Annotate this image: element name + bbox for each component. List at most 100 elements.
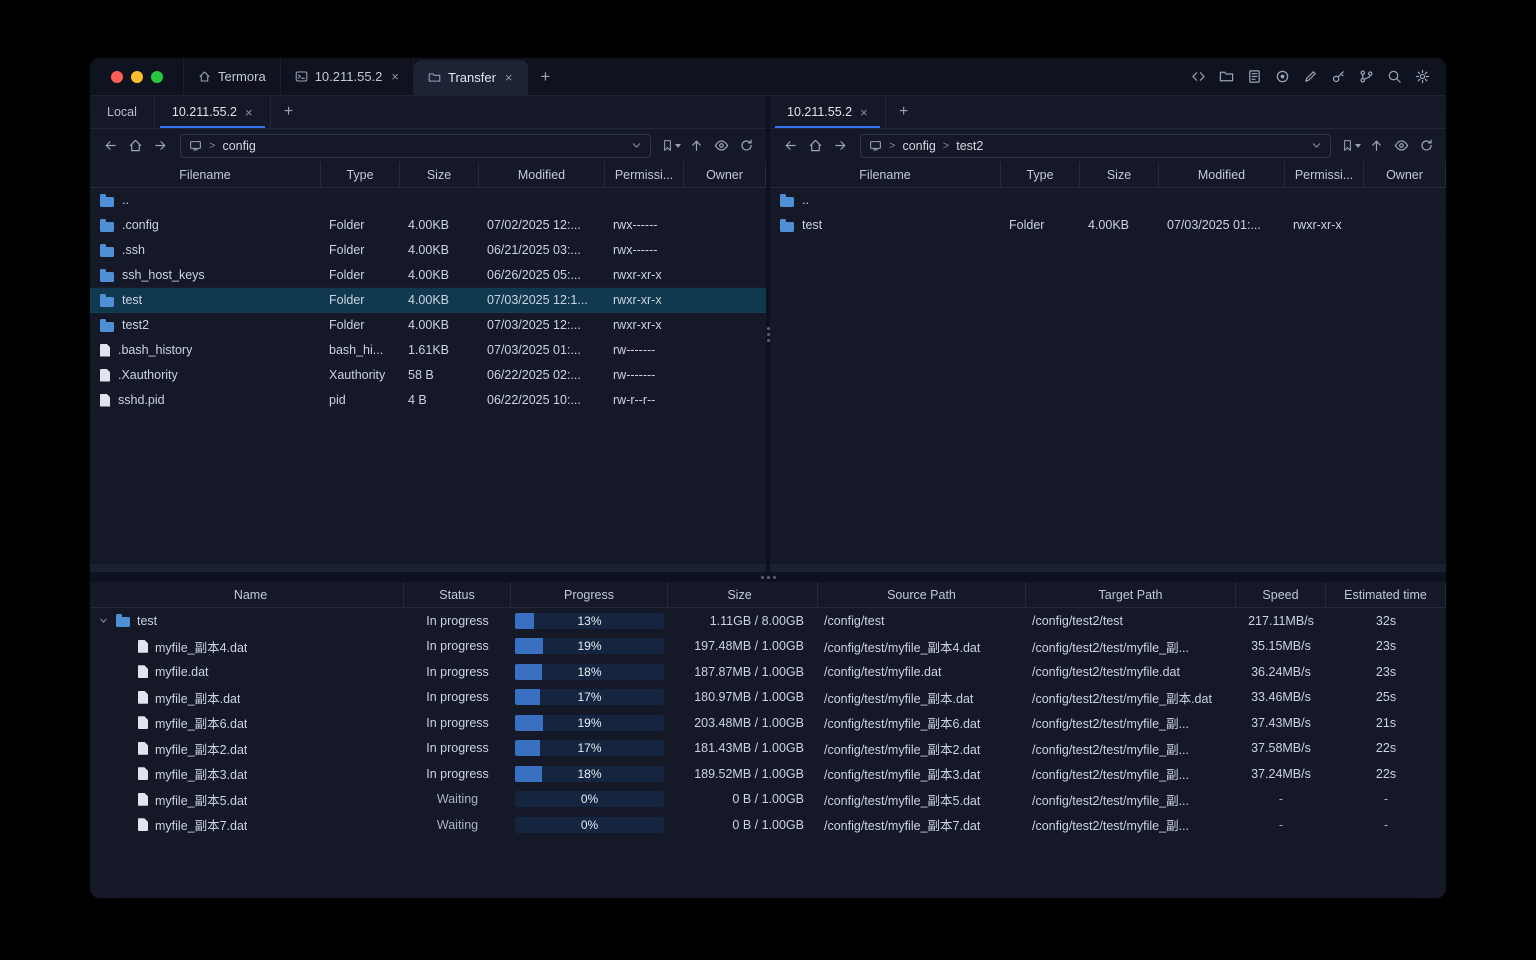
file-row[interactable]: test Folder 4.00KB 07/03/2025 01:... rwx…	[770, 213, 1446, 238]
new-panel-tab-button[interactable]: +	[886, 96, 922, 128]
column-header-owner[interactable]: Owner	[1364, 162, 1446, 187]
column-header-status[interactable]: Status	[404, 582, 511, 607]
transfer-status: In progress	[426, 766, 489, 781]
transfer-name: myfile_副本.dat	[155, 691, 241, 706]
column-header-source-path[interactable]: Source Path	[818, 582, 1026, 607]
column-header-modified[interactable]: Modified	[1159, 162, 1285, 187]
path-breadcrumb[interactable]: > config	[180, 133, 651, 158]
column-header-estimated-time[interactable]: Estimated time	[1326, 582, 1446, 607]
key-icon[interactable]	[1326, 65, 1350, 89]
home-icon[interactable]	[123, 134, 147, 158]
transfer-row[interactable]: myfile_副本3.dat In progress 18% 189.52MB …	[90, 761, 1446, 787]
code-icon[interactable]	[1186, 65, 1210, 89]
horizontal-scrollbar[interactable]	[90, 564, 766, 572]
refresh-icon[interactable]	[734, 134, 758, 158]
column-header-type[interactable]: Type	[1001, 162, 1080, 187]
settings-icon[interactable]	[1410, 65, 1434, 89]
file-row[interactable]: sshd.pid pid 4 B 06/22/2025 10:... rw-r-…	[90, 388, 766, 413]
file-row[interactable]: test2 Folder 4.00KB 07/03/2025 12:... rw…	[90, 313, 766, 338]
transfer-eta: 21s	[1375, 715, 1397, 730]
transfer-row[interactable]: myfile_副本6.dat In progress 19% 203.48MB …	[90, 710, 1446, 736]
close-tab-icon[interactable]: ×	[860, 106, 868, 119]
file-row[interactable]: .ssh Folder 4.00KB 06/21/2025 03:... rwx…	[90, 238, 766, 263]
search-icon[interactable]	[1382, 65, 1406, 89]
file-row[interactable]: .config Folder 4.00KB 07/02/2025 12:... …	[90, 213, 766, 238]
close-tab-icon[interactable]: ×	[505, 71, 513, 84]
horizontal-scrollbar[interactable]	[770, 564, 1446, 572]
transfer-row[interactable]: myfile.dat In progress 18% 187.87MB / 1.…	[90, 659, 1446, 685]
forward-icon[interactable]	[828, 134, 852, 158]
folder-icon[interactable]	[1214, 65, 1238, 89]
tab-remote-10-211-55-2[interactable]: 10.211.55.2 ×	[770, 96, 886, 128]
column-header-progress[interactable]: Progress	[511, 582, 668, 607]
tab-transfer[interactable]: Transfer ×	[414, 60, 528, 95]
transfer-row[interactable]: test In progress 13% 1.11GB / 8.00GB /co…	[90, 608, 1446, 634]
branch-icon[interactable]	[1354, 65, 1378, 89]
chevron-down-icon[interactable]	[631, 140, 642, 151]
transfer-row[interactable]: myfile_副本7.dat Waiting 0% 0 B / 1.00GB /…	[90, 812, 1446, 838]
bookmark-icon[interactable]	[659, 134, 683, 158]
transfer-row[interactable]: myfile_副本4.dat In progress 19% 197.48MB …	[90, 634, 1446, 660]
tab-host-10-211-55-2[interactable]: 10.211.55.2 ×	[281, 58, 414, 95]
show-hidden-eye-icon[interactable]	[1389, 134, 1413, 158]
breadcrumb-segment[interactable]: config	[902, 139, 935, 153]
column-header-size[interactable]: Size	[1080, 162, 1159, 187]
column-header-modified[interactable]: Modified	[479, 162, 605, 187]
forward-icon[interactable]	[148, 134, 172, 158]
column-header-type[interactable]: Type	[321, 162, 400, 187]
column-header-permissions[interactable]: Permissi...	[1285, 162, 1364, 187]
refresh-icon[interactable]	[1414, 134, 1438, 158]
tab-local[interactable]: Local	[90, 96, 155, 128]
chevron-down-icon[interactable]	[1311, 140, 1322, 151]
record-icon[interactable]	[1270, 65, 1294, 89]
close-tab-icon[interactable]: ×	[245, 106, 253, 119]
column-header-owner[interactable]: Owner	[684, 162, 766, 187]
transfer-row[interactable]: myfile_副本.dat In progress 17% 180.97MB /…	[90, 685, 1446, 711]
file-row[interactable]: .Xauthority Xauthority 58 B 06/22/2025 0…	[90, 363, 766, 388]
column-header-name[interactable]: Name	[90, 582, 404, 607]
journal-icon[interactable]	[1242, 65, 1266, 89]
breadcrumb-segment[interactable]: test2	[956, 139, 983, 153]
file-row-selected[interactable]: test Folder 4.00KB 07/03/2025 12:1... rw…	[90, 288, 766, 313]
column-header-filename[interactable]: Filename	[770, 162, 1001, 187]
transfer-row[interactable]: myfile_副本5.dat Waiting 0% 0 B / 1.00GB /…	[90, 787, 1446, 813]
bookmark-dropdown-caret[interactable]	[675, 143, 681, 148]
column-header-speed[interactable]: Speed	[1236, 582, 1326, 607]
new-tab-button[interactable]: +	[528, 58, 564, 95]
bookmark-icon[interactable]	[1339, 134, 1363, 158]
transfer-source-path: /config/test/myfile_副本.dat	[824, 691, 974, 706]
transfer-speed: 37.58MB/s	[1251, 741, 1311, 756]
breadcrumb-segment[interactable]: config	[222, 139, 255, 153]
show-hidden-eye-icon[interactable]	[709, 134, 733, 158]
home-icon[interactable]	[803, 134, 827, 158]
file-row[interactable]: ..	[90, 188, 766, 213]
new-panel-tab-button[interactable]: +	[271, 96, 307, 128]
path-breadcrumb[interactable]: > config > test2	[860, 133, 1331, 158]
up-directory-icon[interactable]	[684, 134, 708, 158]
zoom-window-button[interactable]	[151, 70, 163, 83]
back-icon[interactable]	[778, 134, 802, 158]
back-icon[interactable]	[98, 134, 122, 158]
tab-termora[interactable]: Termora	[183, 58, 281, 95]
panel-splitter-horizontal[interactable]	[90, 572, 1446, 582]
tab-label: Local	[107, 105, 137, 119]
file-row[interactable]: ssh_host_keys Folder 4.00KB 06/26/2025 0…	[90, 263, 766, 288]
tab-remote-10-211-55-2[interactable]: 10.211.55.2 ×	[155, 96, 271, 128]
progress-label: 19%	[577, 715, 602, 730]
column-header-target-path[interactable]: Target Path	[1026, 582, 1236, 607]
close-window-button[interactable]	[111, 70, 123, 83]
column-header-permissions[interactable]: Permissi...	[605, 162, 684, 187]
column-header-filename[interactable]: Filename	[90, 162, 321, 187]
column-header-size[interactable]: Size	[668, 582, 818, 607]
file-row[interactable]: ..	[770, 188, 1446, 213]
close-tab-icon[interactable]: ×	[391, 70, 399, 83]
minimize-window-button[interactable]	[131, 70, 143, 83]
transfer-panel: Name Status Progress Size Source Path Ta…	[90, 582, 1446, 898]
up-directory-icon[interactable]	[1364, 134, 1388, 158]
collapse-chevron-icon[interactable]	[98, 615, 109, 626]
column-header-size[interactable]: Size	[400, 162, 479, 187]
transfer-row[interactable]: myfile_副本2.dat In progress 17% 181.43MB …	[90, 736, 1446, 762]
file-row[interactable]: .bash_history bash_hi... 1.61KB 07/03/20…	[90, 338, 766, 363]
bookmark-dropdown-caret[interactable]	[1355, 143, 1361, 148]
edit-icon[interactable]	[1298, 65, 1322, 89]
